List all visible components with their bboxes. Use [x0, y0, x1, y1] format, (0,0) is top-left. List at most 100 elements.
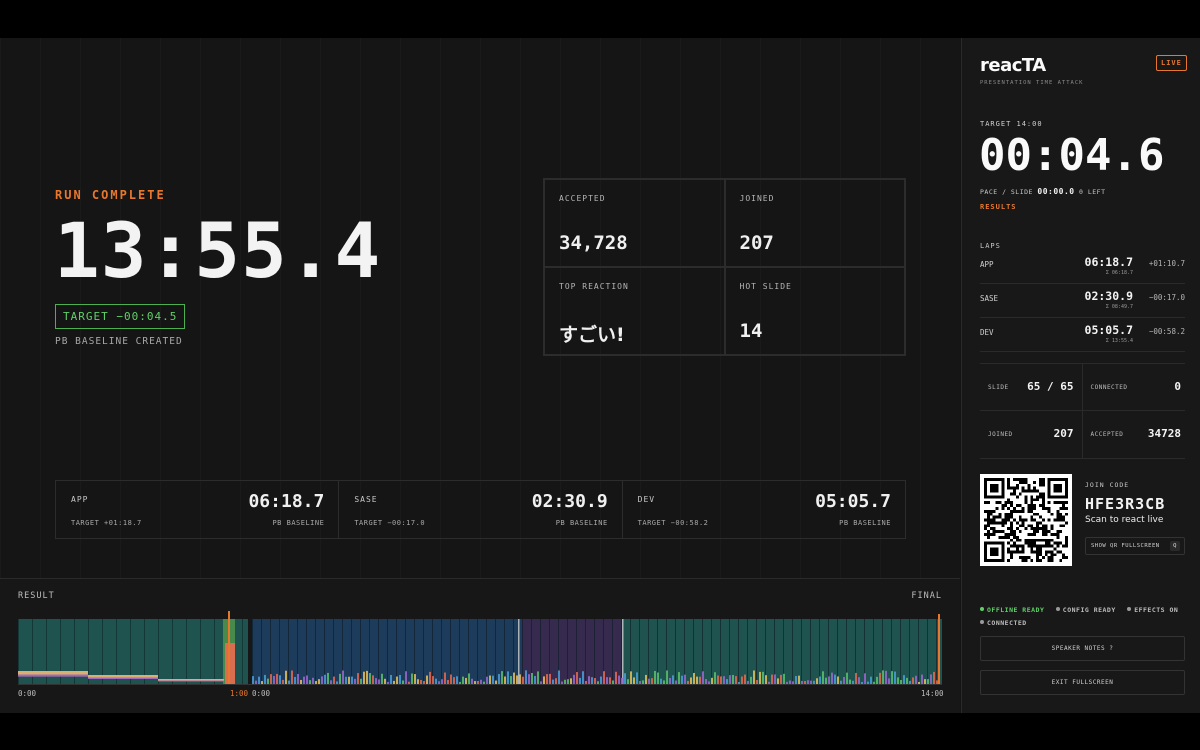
reaction-timeline[interactable] [18, 609, 942, 685]
qr-module [1030, 498, 1034, 502]
reaction-bar [285, 670, 287, 685]
qr-module [992, 486, 996, 490]
qr-module [995, 478, 999, 481]
qr-module [998, 501, 1002, 505]
qr-module [989, 495, 993, 499]
qr-module [984, 495, 987, 499]
qr-module [1050, 533, 1054, 536]
qr-module [1033, 518, 1037, 522]
qr-module [1001, 556, 1005, 560]
reaction-bar [876, 676, 878, 685]
qr-module [1050, 478, 1054, 481]
qr-module [1041, 538, 1045, 542]
qr-module [1059, 518, 1063, 522]
timeline-tick [242, 619, 243, 685]
qr-module [1021, 559, 1025, 562]
qr-module [1033, 533, 1037, 536]
reaction-bar [390, 674, 392, 685]
reaction-bar [573, 674, 575, 685]
qr-module [984, 518, 987, 522]
timeline-tick [594, 619, 595, 685]
reaction-bar [903, 675, 905, 685]
qr-module [1039, 478, 1042, 481]
timeline-tick [648, 619, 649, 685]
reaction-bar [174, 679, 176, 681]
qr-module [1030, 541, 1034, 545]
exit-fullscreen-button[interactable]: EXIT FULLSCREEN [980, 670, 1185, 695]
reaction-bar [912, 677, 914, 685]
qr-module [1033, 550, 1037, 554]
qr-module [1030, 547, 1034, 551]
lap-time: 06:18.7 [248, 491, 325, 512]
timeline-tick [738, 619, 739, 685]
reaction-bar [342, 670, 344, 685]
reaction-bar [190, 679, 192, 681]
qr-module [1030, 495, 1034, 499]
status-text: CONNECTED [987, 619, 1027, 627]
reaction-bar [933, 671, 935, 685]
qr-module [1021, 480, 1025, 484]
qr-module [1012, 535, 1016, 539]
qr-module [1004, 504, 1008, 507]
qr-module [998, 535, 1002, 539]
qr-module [1065, 535, 1068, 539]
reaction-bar [339, 673, 341, 685]
pace-left: 0 LEFT [1079, 188, 1106, 196]
qr-module [1007, 527, 1011, 531]
lap-card-sase: SASE TARGET −00:17.0 02:30.9 PB BASELINE [339, 481, 623, 538]
qr-module [1015, 483, 1019, 487]
timeline-tick [711, 619, 712, 685]
qr-module [1012, 530, 1016, 534]
reaction-bar [525, 670, 527, 685]
qr-module [1024, 538, 1028, 542]
qr-module [1036, 553, 1040, 557]
reaction-bar [714, 672, 716, 685]
qr-module [1010, 515, 1013, 519]
timeline-lap-marker [622, 619, 624, 685]
timeline-tick [477, 619, 478, 685]
reaction-bar [621, 677, 623, 685]
reaction-bar [618, 675, 620, 685]
reaction-bar [645, 674, 647, 685]
reaction-bar [819, 676, 821, 685]
qr-module [1024, 559, 1028, 562]
reaction-bar [885, 670, 887, 685]
qr-module [1047, 506, 1051, 510]
join-qr-code[interactable] [980, 474, 1072, 566]
qr-module [1012, 544, 1016, 548]
reaction-bar [28, 671, 30, 675]
qr-module [1015, 547, 1019, 551]
status-connected: CONNECTED [980, 619, 1027, 627]
live-timer: 00:04.6 [979, 130, 1165, 181]
reaction-bar [146, 675, 148, 678]
qr-module [1010, 512, 1013, 516]
reaction-bar [750, 676, 752, 685]
qr-module [1047, 492, 1051, 496]
show-qr-fullscreen-button[interactable]: SHOW QR FULLSCREEN Q [1085, 537, 1185, 555]
reaction-bar [456, 676, 458, 685]
qr-module [1024, 478, 1028, 481]
reaction-bar [204, 679, 206, 681]
reaction-bar [86, 671, 88, 675]
reaction-bar [465, 677, 467, 685]
reaction-bar [202, 679, 204, 681]
lap-pb: PB BASELINE [555, 519, 608, 527]
lap-name: APP [980, 260, 994, 269]
qr-module [1065, 486, 1068, 490]
qr-module [1007, 478, 1011, 481]
sidebar-lap-dev: DEV 05:05.7 Σ 13:55.4 −00:58.2 [980, 318, 1185, 352]
qr-module [1044, 524, 1048, 528]
speaker-notes-button[interactable]: SPEAKER NOTES ? [980, 636, 1185, 661]
qr-module [1044, 506, 1048, 510]
qr-module [1012, 478, 1016, 481]
reaction-bar [294, 676, 296, 685]
qr-module [1062, 518, 1066, 522]
lap-target: TARGET −00:58.2 [637, 519, 709, 527]
qr-module [1001, 550, 1005, 554]
qr-module [1041, 498, 1045, 502]
results-link[interactable]: RESULTS [980, 203, 1017, 211]
mini-stat-label: SLIDE [988, 384, 1009, 391]
qr-module [989, 527, 993, 531]
reaction-bar [531, 672, 533, 685]
qr-module [986, 509, 990, 513]
